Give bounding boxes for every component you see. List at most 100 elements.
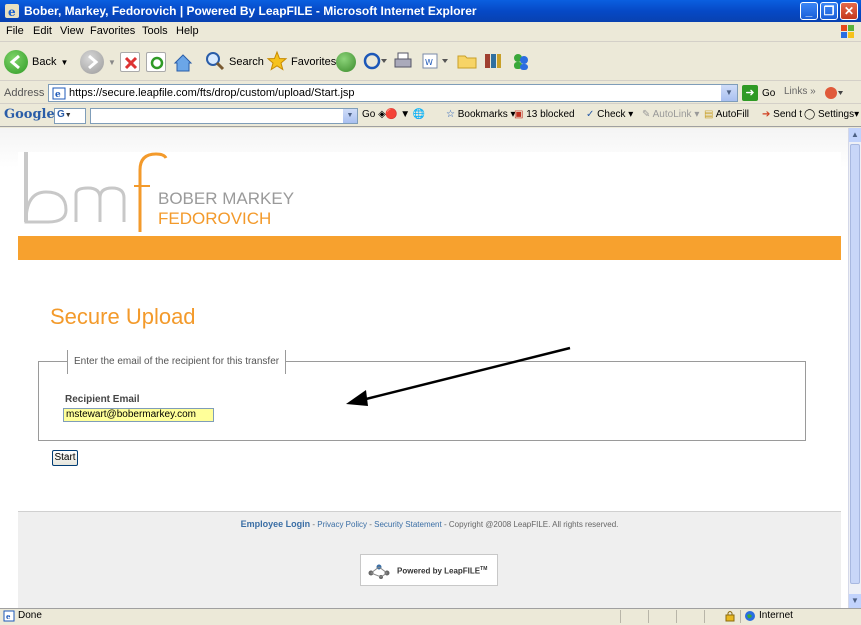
forward-arrow-icon <box>80 50 104 74</box>
print-button[interactable] <box>392 47 414 77</box>
footer-separator: - <box>441 520 449 529</box>
g-icon: G <box>57 109 65 120</box>
menu-file[interactable]: File <box>6 25 24 37</box>
maximize-button[interactable]: ❐ <box>820 2 838 20</box>
svg-text:W: W <box>425 58 433 67</box>
status-text: Done <box>18 610 42 621</box>
favorites-button[interactable]: Favorites <box>266 47 336 77</box>
powered-by-badge[interactable]: Powered by LeapFILETM <box>360 554 498 586</box>
copyright-text: Copyright @2008 LeapFILE. All rights res… <box>448 520 619 529</box>
brand-banner: BOBER MARKEY FEDOROVICH <box>18 152 841 232</box>
security-statement-link[interactable]: Security Statement <box>374 520 442 529</box>
menu-tools[interactable]: Tools <box>142 25 168 37</box>
translate-icon[interactable] <box>824 85 844 104</box>
minimize-button[interactable]: _ <box>800 2 818 20</box>
dropdown-arrow-icon: ▼ <box>64 112 72 119</box>
toolbar-extras-icons[interactable]: 🔴 ▼ 🌐 <box>385 109 425 120</box>
stop-button[interactable] <box>120 47 140 77</box>
back-arrow-icon <box>4 50 28 74</box>
google-go-label: Go <box>362 109 376 120</box>
recipient-email-label: Recipient Email <box>65 394 140 405</box>
fieldset-legend: Enter the email of the recipient for thi… <box>67 350 287 374</box>
research-button[interactable] <box>482 47 504 77</box>
spellcheck-icon: ✓ <box>586 109 595 120</box>
refresh-button[interactable] <box>146 47 166 77</box>
google-search-input[interactable]: ▼ <box>90 108 358 124</box>
links-label[interactable]: Links » <box>784 86 816 97</box>
bookmarks-button[interactable]: ☆ Bookmarks ▾ <box>446 109 516 120</box>
powered-by-text: Powered by LeapFILETM <box>397 566 487 576</box>
address-input[interactable]: e https://secure.leapfile.com/fts/drop/c… <box>48 84 738 102</box>
browser-window: e Bober, Markey, Fedorovich | Powered By… <box>0 0 861 623</box>
employee-login-link[interactable]: Employee Login <box>241 519 311 529</box>
menu-edit[interactable]: Edit <box>33 25 52 37</box>
refresh-icon <box>146 52 166 72</box>
messenger-button[interactable] <box>510 47 532 77</box>
google-logo: Google <box>4 107 55 122</box>
trademark-mark: TM <box>480 566 488 572</box>
search-button[interactable]: Search <box>204 47 264 77</box>
history-button[interactable] <box>336 47 356 77</box>
menu-help[interactable]: Help <box>176 25 199 37</box>
page-title: Secure Upload <box>50 304 196 329</box>
settings-button[interactable]: ◯ Settings▾ <box>802 109 860 120</box>
minimize-icon: _ <box>805 4 813 18</box>
check-label: Check <box>597 109 626 120</box>
address-label: Address <box>4 87 45 99</box>
autolink-icon: ✎ <box>642 109 651 120</box>
home-icon <box>172 52 193 72</box>
scroll-up-icon[interactable]: ▲ <box>849 128 861 142</box>
powered-by-label: Powered by LeapFILE <box>397 566 481 576</box>
vertical-scrollbar[interactable]: ▲ ▼ <box>848 128 861 608</box>
autofill-button[interactable]: ▤ AutoFill <box>704 109 749 120</box>
status-divider <box>620 610 621 623</box>
stop-icon <box>120 52 140 72</box>
close-button[interactable]: ✕ <box>840 2 858 20</box>
spell-check-button[interactable]: ✓ Check ▾ <box>586 109 633 120</box>
status-divider <box>648 610 649 623</box>
standard-toolbar: Back ▼ ▼ Search Favorites W <box>0 43 861 81</box>
edit-button[interactable]: W <box>420 47 450 77</box>
mail-button[interactable] <box>362 47 388 77</box>
menu-favorites[interactable]: Favorites <box>90 25 135 37</box>
settings-label: Settings <box>817 109 855 120</box>
brand-line1: BOBER MARKEY <box>158 189 294 208</box>
favorites-label: Favorites <box>291 56 337 68</box>
window-title: Bober, Markey, Fedorovich | Powered By L… <box>24 4 477 18</box>
page-footer: Employee Login - Privacy Policy - Securi… <box>18 511 841 608</box>
go-button[interactable]: ➜ Go <box>742 85 775 101</box>
leapfile-logo-icon <box>368 564 390 579</box>
popup-blocked-button[interactable]: ▣ 13 blocked <box>514 109 575 120</box>
scroll-thumb[interactable] <box>850 144 860 584</box>
scroll-down-icon[interactable]: ▼ <box>849 594 861 608</box>
recipient-email-input[interactable]: mstewart@bobermarkey.com <box>63 408 214 422</box>
settings-icon: ◯ <box>804 109 816 120</box>
close-icon: ✕ <box>843 4 855 18</box>
google-menu-button[interactable]: G▼ <box>54 108 86 124</box>
svg-text:e: e <box>8 5 16 19</box>
privacy-policy-link[interactable]: Privacy Policy <box>317 520 367 529</box>
footer-links: Employee Login - Privacy Policy - Securi… <box>18 519 841 529</box>
title-bar: e Bober, Markey, Fedorovich | Powered By… <box>0 0 861 22</box>
google-toolbar: Google G▼ ▼ Go ◈ 🔴 ▼ 🌐 ☆ Bookmarks ▾ ▣ 1… <box>0 105 861 127</box>
google-go-button[interactable]: Go ◈ <box>362 109 386 120</box>
autolink-button[interactable]: ✎ AutoLink ▾ <box>642 109 699 120</box>
books-icon <box>482 50 504 75</box>
bmf-logo: BOBER MARKEY FEDOROVICH <box>24 152 294 232</box>
home-button[interactable] <box>172 47 193 77</box>
autofill-label: AutoFill <box>715 109 750 120</box>
address-url: https://secure.leapfile.com/fts/drop/cus… <box>69 87 355 99</box>
search-icon <box>204 50 226 75</box>
menu-view[interactable]: View <box>60 25 84 37</box>
folder-button[interactable] <box>456 47 478 77</box>
start-button[interactable]: Start <box>52 450 78 466</box>
forward-button[interactable]: ▼ <box>80 47 116 77</box>
autolink-label: AutoLink <box>652 109 692 120</box>
star-icon <box>266 50 288 75</box>
dropdown-arrow-icon[interactable]: ▼ <box>343 109 357 123</box>
address-dropdown-icon[interactable]: ▼ <box>721 85 737 101</box>
status-divider <box>740 610 741 623</box>
back-button[interactable]: Back ▼ <box>4 47 68 77</box>
mail-icon <box>362 50 388 75</box>
printer-icon <box>392 50 414 75</box>
